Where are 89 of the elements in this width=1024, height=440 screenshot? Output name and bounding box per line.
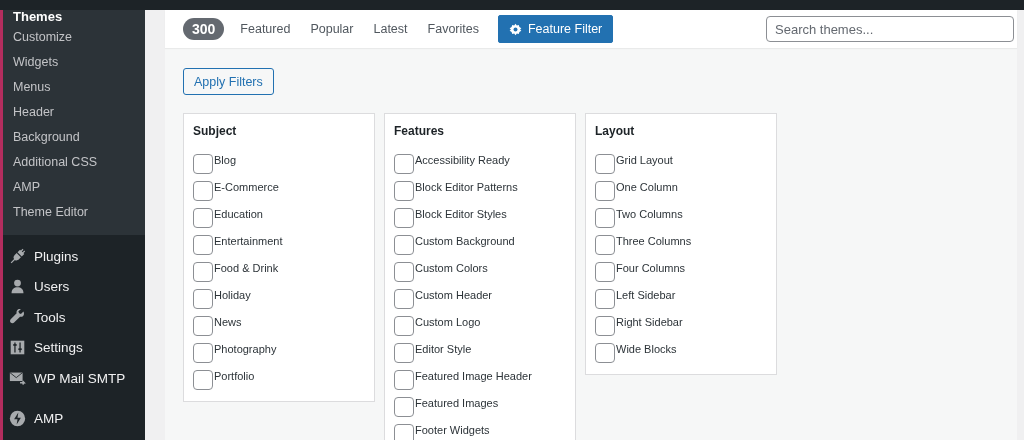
option-label: Custom Background [415,234,515,247]
checkbox[interactable] [193,180,213,201]
option-label: Portfolio [214,369,255,382]
bolt-icon [9,410,26,428]
checkbox[interactable] [394,261,414,282]
option-label: Left Sidebar [616,288,676,301]
checkbox[interactable] [193,234,213,255]
option-label: Blog [214,153,237,166]
option-label: Three Columns [616,234,692,247]
checkbox[interactable] [193,153,213,174]
option-label: Right Sidebar [616,315,683,328]
option-label: Editor Style [415,342,472,355]
option-label: Custom Logo [415,315,481,328]
submenu-item[interactable]: Additional CSS [3,154,145,179]
checkbox[interactable] [595,234,615,255]
option-label: Grid Layout [616,153,673,166]
submenu-item[interactable]: Customize [3,29,145,54]
checkbox[interactable] [193,369,213,390]
filter-tab[interactable]: Favorites [427,18,479,40]
filter-tab[interactable]: Latest [373,18,408,40]
checkbox[interactable] [595,261,615,282]
search-field[interactable]: Search themes... [766,16,1014,42]
group-title: Layout [595,124,636,138]
submenu-item[interactable]: AMP [3,179,145,204]
feature-filter-button[interactable]: Feature Filter [497,15,614,43]
submenu-item[interactable]: Menus [3,79,145,104]
option-label: Custom Header [415,288,493,301]
checkbox[interactable] [394,342,414,363]
checkbox[interactable] [595,207,615,228]
envelope-icon [9,369,26,387]
menu-item[interactable]: Plugins [3,241,145,272]
checkbox[interactable] [394,207,414,228]
sliders-icon [9,339,26,357]
checkbox[interactable] [595,288,615,309]
checkbox[interactable] [394,396,414,417]
option-label: Featured Image Header [415,369,532,382]
submenu-item[interactable]: Themes [3,9,145,29]
option-label: Food & Drink [214,261,279,274]
option-label: Photography [214,342,277,355]
option-label: Education [214,207,263,220]
option-label: Accessibility Ready [415,153,510,166]
user-icon [9,278,26,296]
group-title: Subject [193,124,238,138]
option-label: Four Columns [616,261,686,274]
submenu-item[interactable]: Theme Editor [3,204,145,229]
submenu-item[interactable]: Widgets [3,54,145,79]
menu-item[interactable]: Users [3,271,145,302]
checkbox[interactable] [595,153,615,174]
checkbox[interactable] [394,153,414,174]
checkbox[interactable] [193,342,213,363]
option-label: Block Editor Styles [415,207,507,220]
option-label: Custom Colors [415,261,488,274]
filter-tab[interactable]: Featured [240,18,291,40]
checkbox[interactable] [595,315,615,336]
checkbox[interactable] [394,180,414,201]
option-label: Holiday [214,288,251,301]
option-label: News [214,315,242,328]
checkbox[interactable] [394,423,414,440]
gear-icon [508,22,522,36]
menu-item[interactable]: Settings [3,332,145,363]
checkbox[interactable] [595,342,615,363]
option-label: Entertainment [214,234,283,247]
checkbox[interactable] [394,315,414,336]
menu-item[interactable]: Tools [3,302,145,333]
option-label: Footer Widgets [415,423,490,436]
wrench-icon [9,308,26,326]
group-title: Features [394,124,446,138]
checkbox[interactable] [595,180,615,201]
theme-count: 300 [183,18,225,40]
option-label: One Column [616,180,678,193]
checkbox[interactable] [394,288,414,309]
option-label: Block Editor Patterns [415,180,518,193]
apply-filters-button[interactable]: Apply Filters [183,68,274,95]
checkbox[interactable] [193,288,213,309]
checkbox[interactable] [193,207,213,228]
menu-item[interactable]: WP Mail SMTP [3,363,145,394]
option-label: Featured Images [415,396,499,409]
checkbox[interactable] [193,315,213,336]
filter-tab[interactable]: Popular [310,18,354,40]
option-label: E-Commerce [214,180,279,193]
menu-item[interactable]: AMP [3,403,145,434]
option-label: Wide Blocks [616,342,677,355]
option-label: Two Columns [616,207,683,220]
submenu-item[interactable]: Background [3,129,145,154]
checkbox[interactable] [394,234,414,255]
checkbox[interactable] [193,261,213,282]
submenu-item[interactable]: Header [3,104,145,129]
checkbox[interactable] [394,369,414,390]
plug-icon [9,247,26,265]
